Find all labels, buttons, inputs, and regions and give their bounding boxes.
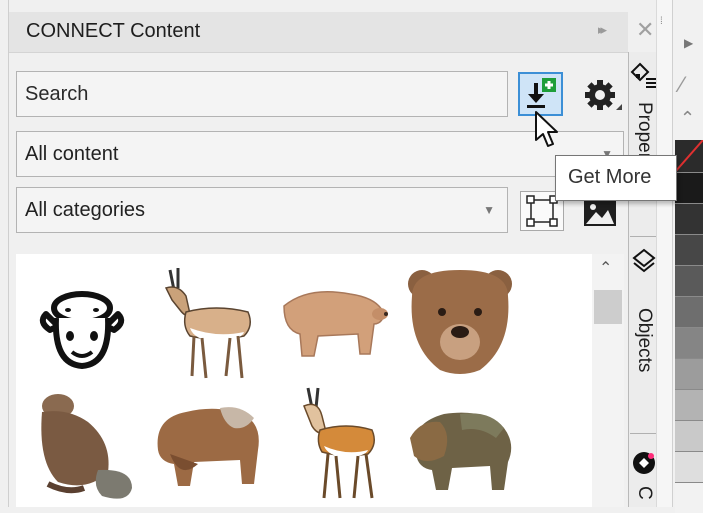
palette-swatch[interactable]	[675, 358, 703, 389]
beaver-icon[interactable]	[28, 392, 136, 504]
bear-head-icon[interactable]	[408, 266, 512, 378]
antelope-icon[interactable]	[288, 386, 380, 502]
properties-icon	[630, 62, 656, 88]
expand-docker-icon[interactable]: ▸▸	[598, 22, 607, 38]
eyedropper-icon[interactable]: ⁄	[680, 72, 684, 98]
connect-icon	[633, 452, 655, 474]
bison-brown-icon[interactable]	[150, 394, 266, 494]
content-results-grid	[16, 254, 592, 507]
palette-swatch[interactable]	[675, 172, 703, 203]
tab-connect-label: C	[634, 486, 655, 500]
palette-swatch[interactable]	[675, 420, 703, 451]
palette-swatch[interactable]	[675, 389, 703, 420]
palette-swatch[interactable]	[675, 327, 703, 358]
content-filter-dropdown[interactable]: All content ▼	[16, 131, 624, 177]
gear-icon	[585, 80, 622, 110]
get-more-tooltip: Get More	[555, 155, 677, 201]
scroll-thumb[interactable]	[594, 290, 622, 324]
tab-properties[interactable]: Properties	[630, 60, 658, 189]
tab-connect[interactable]: C	[630, 448, 658, 500]
close-icon[interactable]: ✕	[636, 17, 654, 43]
bison-dark-icon[interactable]	[400, 404, 518, 496]
layers-icon	[632, 248, 656, 273]
settings-button[interactable]	[582, 74, 624, 116]
palette-swatch[interactable]	[675, 203, 703, 234]
search-input[interactable]	[16, 71, 508, 117]
walking-bear-icon[interactable]	[278, 284, 392, 364]
chevron-up-icon[interactable]: ⌃	[680, 108, 695, 129]
category-filter-value: All categories	[25, 199, 146, 221]
tab-separator	[630, 433, 656, 434]
mouse-cursor-icon	[535, 111, 558, 147]
palette-swatch[interactable]	[675, 234, 703, 265]
tab-separator	[630, 236, 656, 237]
tab-objects[interactable]: Objects	[630, 246, 658, 372]
no-color-swatch[interactable]	[675, 140, 703, 172]
panel-edge	[8, 0, 9, 507]
palette-swatch[interactable]	[675, 265, 703, 296]
palette-swatch[interactable]	[675, 451, 703, 482]
chevron-down-icon: ▼	[483, 203, 495, 217]
splitter-grip-icon: ⁞	[660, 16, 663, 27]
download-plus-icon	[527, 78, 556, 108]
content-filter-value: All content	[25, 143, 119, 165]
docker-splitter[interactable]	[656, 0, 673, 507]
category-filter-dropdown[interactable]: All categories ▼	[16, 187, 508, 233]
sheep-icon[interactable]	[36, 284, 128, 372]
chevron-right-icon[interactable]: ▶	[684, 36, 693, 50]
scroll-up-icon[interactable]: ⌃	[599, 258, 612, 278]
palette-swatch[interactable]	[675, 482, 703, 513]
pronghorn-icon[interactable]	[156, 266, 261, 382]
docker-title: CONNECT Content	[26, 20, 201, 42]
tab-objects-label: Objects	[634, 308, 655, 373]
palette-swatch[interactable]	[675, 296, 703, 327]
